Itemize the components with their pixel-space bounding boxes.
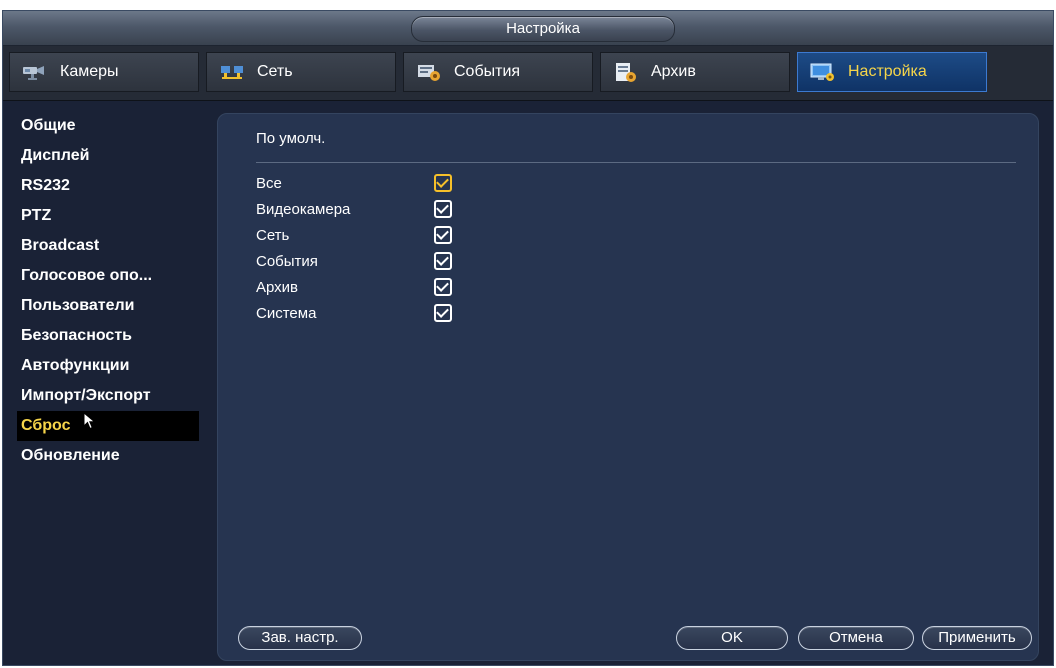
sidebar-item-voice[interactable]: Голосовое опо... <box>17 261 199 291</box>
option-row-all: Все <box>256 170 516 196</box>
title-bar: Настройка <box>3 11 1053 46</box>
option-row-events: События <box>256 248 516 274</box>
settings-icon <box>810 62 836 82</box>
sidebar-item-general[interactable]: Общие <box>17 111 199 141</box>
sidebar-item-autofunctions[interactable]: Автофункции <box>17 351 199 381</box>
sidebar: Общие Дисплей RS232 PTZ Broadcast Голосо… <box>17 111 199 471</box>
sidebar-item-broadcast[interactable]: Broadcast <box>17 231 199 261</box>
option-label: Архив <box>256 278 299 296</box>
reset-panel: По умолч. Все Видеокамера Сеть События А… <box>217 113 1039 661</box>
apply-button[interactable]: Применить <box>922 626 1032 650</box>
sidebar-item-import-export[interactable]: Импорт/Экспорт <box>17 381 199 411</box>
section-title: По умолч. <box>256 130 326 147</box>
events-icon <box>416 62 442 82</box>
archive-icon <box>613 62 639 82</box>
tab-network[interactable]: Сеть <box>206 52 396 92</box>
sidebar-item-reset[interactable]: Сброс <box>17 411 199 441</box>
sidebar-item-display[interactable]: Дисплей <box>17 141 199 171</box>
sidebar-item-ptz[interactable]: PTZ <box>17 201 199 231</box>
sidebar-item-label: Сброс <box>21 417 71 435</box>
option-row-archive: Архив <box>256 274 516 300</box>
option-label: События <box>256 252 318 270</box>
option-row-camera: Видеокамера <box>256 196 516 222</box>
checkbox-events[interactable] <box>434 252 452 270</box>
tab-label: Настройка <box>848 63 927 80</box>
sidebar-item-users[interactable]: Пользователи <box>17 291 199 321</box>
network-icon <box>219 62 245 82</box>
tab-label: События <box>454 63 521 80</box>
factory-defaults-button[interactable]: Зав. настр. <box>238 626 362 650</box>
sidebar-item-rs232[interactable]: RS232 <box>17 171 199 201</box>
tab-label: Сеть <box>257 63 293 80</box>
ok-button[interactable]: OK <box>676 626 788 650</box>
checkbox-all[interactable] <box>434 174 452 192</box>
checkbox-camera[interactable] <box>434 200 452 218</box>
settings-window: Настройка Камеры Сеть События Архив Наст… <box>2 10 1054 666</box>
cameras-icon <box>22 62 48 82</box>
checkbox-archive[interactable] <box>434 278 452 296</box>
tab-archive[interactable]: Архив <box>600 52 790 92</box>
mouse-pointer-icon <box>83 411 97 441</box>
window-title: Настройка <box>411 16 675 42</box>
option-label: Все <box>256 174 282 192</box>
section-divider <box>256 162 1016 163</box>
checkbox-system[interactable] <box>434 304 452 322</box>
main-tab-bar: Камеры Сеть События Архив Настройка <box>3 46 1053 101</box>
tab-label: Камеры <box>60 63 119 80</box>
tab-settings[interactable]: Настройка <box>797 52 987 92</box>
option-label: Сеть <box>256 226 290 244</box>
sidebar-item-security[interactable]: Безопасность <box>17 321 199 351</box>
tab-label: Архив <box>651 63 696 80</box>
cancel-button[interactable]: Отмена <box>798 626 914 650</box>
option-row-network: Сеть <box>256 222 516 248</box>
option-row-system: Система <box>256 300 516 326</box>
tab-cameras[interactable]: Камеры <box>9 52 199 92</box>
sidebar-item-update[interactable]: Обновление <box>17 441 199 471</box>
option-label: Система <box>256 304 317 322</box>
checkbox-network[interactable] <box>434 226 452 244</box>
option-label: Видеокамера <box>256 200 351 218</box>
tab-events[interactable]: События <box>403 52 593 92</box>
